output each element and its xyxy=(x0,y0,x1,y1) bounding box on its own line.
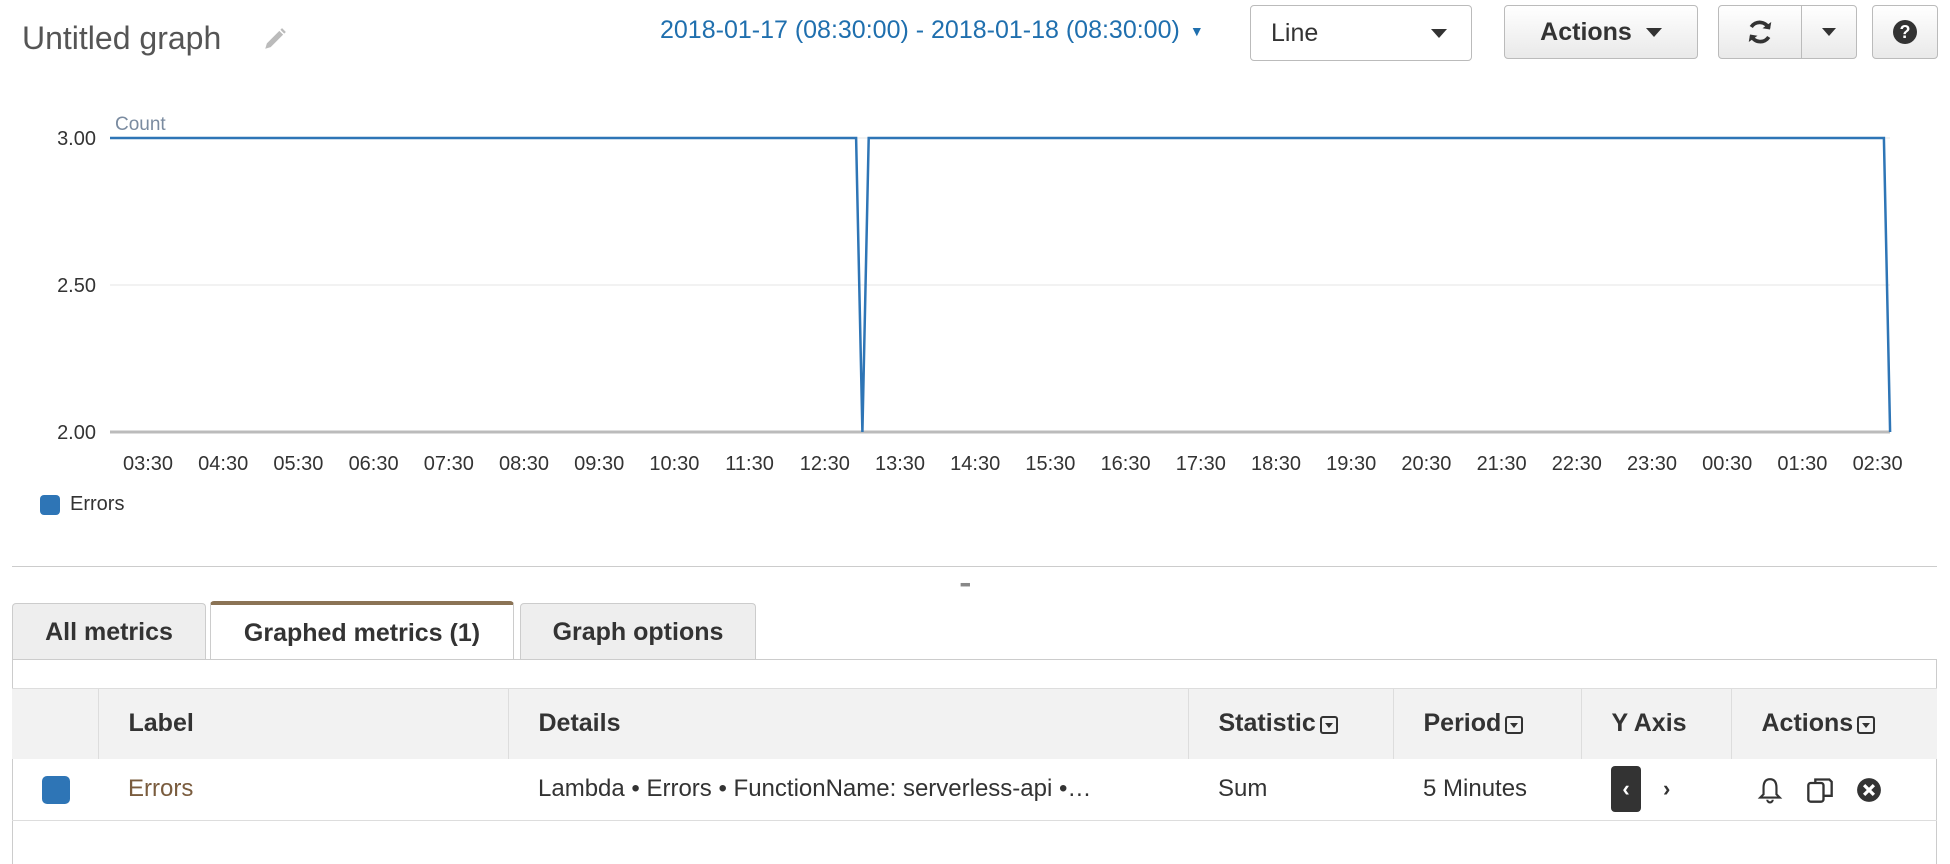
x-tick-label: 16:30 xyxy=(1101,453,1151,475)
chevron-down-icon xyxy=(1431,29,1447,38)
chart-legend: Errors xyxy=(40,493,124,516)
actions-button[interactable]: Actions xyxy=(1504,5,1698,59)
x-tick-label: 01:30 xyxy=(1777,453,1827,475)
x-tick-label: 17:30 xyxy=(1176,453,1226,475)
column-header-text: Y Axis xyxy=(1611,709,1687,738)
x-tick-label: 02:30 xyxy=(1853,453,1903,475)
row-actions-cell xyxy=(1731,758,1937,821)
metric-label[interactable]: Errors xyxy=(128,775,193,802)
x-tick-label: 04:30 xyxy=(198,453,248,475)
column-header-text: Label xyxy=(128,709,194,738)
x-tick-label: 12:30 xyxy=(800,453,850,475)
column-header-y-axis: Y Axis xyxy=(1581,688,1732,759)
column-header-text: Details xyxy=(538,709,621,738)
y-axis-right-button[interactable]: › xyxy=(1663,776,1670,802)
x-tick-label: 19:30 xyxy=(1326,453,1376,475)
metric-period[interactable]: 5 Minutes xyxy=(1423,775,1527,802)
legend-label-errors: Errors xyxy=(70,493,125,515)
x-tick-label: 11:30 xyxy=(725,453,774,475)
help-button[interactable]: ? xyxy=(1872,5,1938,59)
column-header-statistic[interactable]: Statistic xyxy=(1188,688,1394,759)
actions-button-label: Actions xyxy=(1540,17,1632,46)
table-header-row: Label Details Statistic Period Y Axis Ac… xyxy=(12,688,1937,759)
caret-down-icon: ▼ xyxy=(1189,23,1204,40)
tab-graphed-metrics[interactable]: Graphed metrics (1) xyxy=(210,601,514,661)
y-tick-label: 2.00 xyxy=(57,422,96,444)
x-tick-label: 07:30 xyxy=(424,453,474,475)
x-tick-label: 03:30 xyxy=(123,453,173,475)
tab-graph-options[interactable]: Graph options xyxy=(520,603,756,660)
series-color-cell xyxy=(12,758,98,821)
metric-details-cell: Lambda • Errors • FunctionName: serverle… xyxy=(508,758,1188,821)
sort-dropdown-icon[interactable] xyxy=(1505,715,1524,734)
question-circle-icon: ? xyxy=(1893,20,1917,44)
x-tick-label: 15:30 xyxy=(1025,453,1075,475)
pencil-icon[interactable] xyxy=(262,26,288,52)
column-header-actions[interactable]: Actions xyxy=(1731,688,1937,759)
tab-label: All metrics xyxy=(45,617,173,646)
x-tick-label: 13:30 xyxy=(875,453,925,475)
y-tick-label: 2.50 xyxy=(57,275,96,297)
x-tick-label: 00:30 xyxy=(1702,453,1752,475)
x-tick-label: 10:30 xyxy=(649,453,699,475)
sort-dropdown-icon[interactable] xyxy=(1857,715,1876,734)
tab-all-metrics[interactable]: All metrics xyxy=(12,603,206,660)
caret-down-icon xyxy=(1822,28,1836,36)
x-tick-label: 09:30 xyxy=(574,453,624,475)
color-column-header xyxy=(12,688,99,759)
tab-label: Graph options xyxy=(552,617,724,646)
column-header-label[interactable]: Label xyxy=(98,688,509,759)
column-header-period[interactable]: Period xyxy=(1393,688,1582,759)
y-axis-left-button[interactable]: ‹ xyxy=(1611,766,1641,813)
refresh-interval-dropdown[interactable] xyxy=(1801,5,1857,59)
x-tick-label: 22:30 xyxy=(1552,453,1602,475)
x-tick-label: 05:30 xyxy=(273,453,323,475)
x-tick-label: 08:30 xyxy=(499,453,549,475)
x-tick-label: 06:30 xyxy=(349,453,399,475)
metric-label-cell[interactable]: Errors xyxy=(98,758,508,821)
y-axis-label: Count xyxy=(115,114,166,135)
x-tick-label: 14:30 xyxy=(950,453,1000,475)
close-circle-icon[interactable] xyxy=(1856,777,1882,803)
copy-icon[interactable] xyxy=(1806,776,1834,804)
graph-title: Untitled graph xyxy=(22,20,222,56)
refresh-button[interactable] xyxy=(1718,5,1802,59)
y-axis-cell: ‹ › xyxy=(1581,758,1731,821)
metric-statistic[interactable]: Sum xyxy=(1218,775,1267,802)
graphed-metrics-table: Label Details Statistic Period Y Axis Ac… xyxy=(12,688,1937,821)
x-tick-label: 23:30 xyxy=(1627,453,1677,475)
legend-swatch-errors xyxy=(40,494,60,515)
bell-icon[interactable] xyxy=(1757,776,1783,804)
column-header-details[interactable]: Details xyxy=(508,688,1189,759)
date-range-selector[interactable]: 2018-01-17 (08:30:00) - 2018-01-18 (08:3… xyxy=(660,16,1204,45)
series-color-swatch[interactable] xyxy=(42,775,70,804)
x-tick-label: 18:30 xyxy=(1251,453,1301,475)
refresh-icon xyxy=(1748,20,1772,44)
y-tick-label: 3.00 xyxy=(57,128,96,150)
column-header-text: Period xyxy=(1423,709,1502,738)
chevron-down-icon xyxy=(1645,27,1662,37)
resize-handle[interactable]: ▪▪▪ xyxy=(960,576,971,592)
metric-statistic-cell[interactable]: Sum xyxy=(1188,758,1393,821)
line-chart: 3.00 2.50 2.00 Count 03:30 04:30 05:30 06:30 07:… xyxy=(57,114,1903,475)
graph-header: Untitled graph 2018-01-17 (08:30:00) - 2… xyxy=(0,0,1950,80)
tab-label: Graphed metrics (1) xyxy=(243,618,481,647)
table-row: Errors Lambda • Errors • FunctionName: s… xyxy=(12,758,1937,821)
metric-period-cell[interactable]: 5 Minutes xyxy=(1393,758,1581,821)
x-tick-label: 20:30 xyxy=(1401,453,1451,475)
chart-type-value: Line xyxy=(1271,18,1319,47)
chart-type-select[interactable]: Line xyxy=(1250,5,1472,61)
metric-details: Lambda • Errors • FunctionName: serverle… xyxy=(538,775,1092,803)
column-header-text: Actions xyxy=(1761,709,1854,738)
x-tick-label: 21:30 xyxy=(1477,453,1527,475)
column-header-text: Statistic xyxy=(1218,709,1316,738)
sort-dropdown-icon[interactable] xyxy=(1319,715,1338,734)
panel-divider xyxy=(12,566,1937,567)
date-range-text: 2018-01-17 (08:30:00) - 2018-01-18 (08:3… xyxy=(660,16,1180,44)
